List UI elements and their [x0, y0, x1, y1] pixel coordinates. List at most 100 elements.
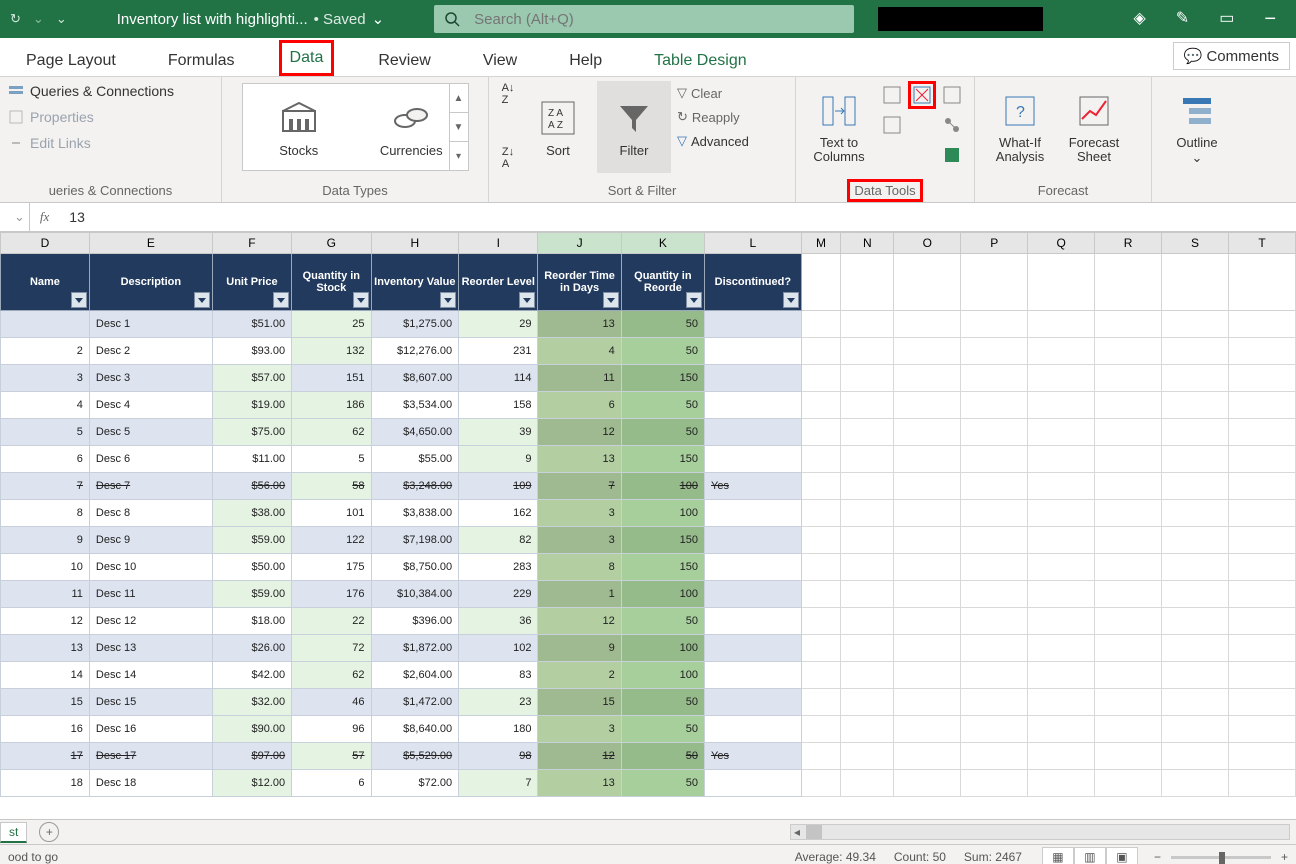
cell[interactable]: 46: [292, 689, 371, 716]
table-row[interactable]: 17Desc 17$97.0057$5,529.00981250Yes: [1, 743, 1296, 770]
search-input[interactable]: [472, 10, 844, 29]
table-row[interactable]: 5Desc 5$75.0062$4,650.00391250: [1, 419, 1296, 446]
cell[interactable]: 11: [538, 365, 621, 392]
cell[interactable]: [1162, 689, 1229, 716]
cell[interactable]: $3,534.00: [371, 392, 459, 419]
cell[interactable]: [894, 743, 961, 770]
cell[interactable]: $7,198.00: [371, 527, 459, 554]
cell[interactable]: 5: [1, 419, 90, 446]
cell[interactable]: 57: [292, 743, 371, 770]
cell[interactable]: 150: [621, 554, 704, 581]
cell[interactable]: [1095, 527, 1162, 554]
cell[interactable]: 96: [292, 716, 371, 743]
table-row[interactable]: 10Desc 10$50.00175$8,750.002838150: [1, 554, 1296, 581]
cell[interactable]: 36: [459, 608, 538, 635]
consolidate-button[interactable]: [878, 111, 906, 139]
cell[interactable]: [841, 743, 894, 770]
filter-dropdown-icon[interactable]: [71, 292, 87, 308]
cell[interactable]: [1162, 554, 1229, 581]
table-row[interactable]: 15Desc 15$32.0046$1,472.00231550: [1, 689, 1296, 716]
cell[interactable]: [801, 446, 840, 473]
cell[interactable]: 186: [292, 392, 371, 419]
cell[interactable]: [1028, 716, 1095, 743]
column-header-F[interactable]: F: [212, 233, 291, 254]
cell[interactable]: [1162, 311, 1229, 338]
cell[interactable]: [1228, 554, 1295, 581]
zoom-out-button[interactable]: −: [1154, 850, 1161, 864]
cell[interactable]: 7: [538, 473, 621, 500]
cell[interactable]: [894, 716, 961, 743]
cell[interactable]: [1162, 338, 1229, 365]
cell[interactable]: 50: [621, 392, 704, 419]
cell[interactable]: [801, 662, 840, 689]
cell[interactable]: [705, 662, 802, 689]
sort-az-button[interactable]: A↓Z: [497, 83, 519, 105]
cell[interactable]: Desc 8: [89, 500, 212, 527]
cell[interactable]: [801, 743, 840, 770]
cell[interactable]: [894, 635, 961, 662]
cell[interactable]: [961, 473, 1028, 500]
column-header-E[interactable]: E: [89, 233, 212, 254]
cell[interactable]: [841, 608, 894, 635]
search-box[interactable]: [434, 5, 854, 33]
cell[interactable]: [841, 365, 894, 392]
cell[interactable]: 12: [1, 608, 90, 635]
cell[interactable]: Desc 12: [89, 608, 212, 635]
name-box-dropdown-icon[interactable]: ⌄: [10, 209, 29, 225]
cell[interactable]: $396.00: [371, 608, 459, 635]
cell[interactable]: [894, 527, 961, 554]
cell[interactable]: [1162, 743, 1229, 770]
cell[interactable]: Desc 17: [89, 743, 212, 770]
queries-connections-button[interactable]: Queries & Connections: [8, 83, 174, 99]
file-name[interactable]: Inventory list with highlighti... • Save…: [117, 10, 384, 28]
cell[interactable]: [961, 608, 1028, 635]
table-row[interactable]: 4Desc 4$19.00186$3,534.00158650: [1, 392, 1296, 419]
cell[interactable]: [801, 500, 840, 527]
column-header-N[interactable]: N: [841, 233, 894, 254]
data-types-gallery[interactable]: Stocks Currencies ▲ ▼ ▾: [242, 83, 469, 171]
cell[interactable]: 100: [621, 500, 704, 527]
cell[interactable]: 150: [621, 446, 704, 473]
cell[interactable]: [1028, 689, 1095, 716]
cell[interactable]: [841, 446, 894, 473]
cell[interactable]: [894, 365, 961, 392]
cell[interactable]: [1095, 635, 1162, 662]
cell[interactable]: [1162, 770, 1229, 797]
cell[interactable]: Yes: [705, 473, 802, 500]
comments-button[interactable]: 💬 Comments: [1173, 42, 1290, 70]
cell[interactable]: [961, 500, 1028, 527]
cell[interactable]: Desc 7: [89, 473, 212, 500]
view-page-break-button[interactable]: ▣: [1106, 847, 1138, 864]
cell[interactable]: Desc 15: [89, 689, 212, 716]
manage-data-model-button[interactable]: [938, 141, 966, 169]
cell[interactable]: [1162, 581, 1229, 608]
cell[interactable]: [1162, 392, 1229, 419]
cell[interactable]: [1095, 473, 1162, 500]
cell[interactable]: $10,384.00: [371, 581, 459, 608]
cell[interactable]: [841, 527, 894, 554]
currencies-button[interactable]: Currencies: [374, 89, 448, 165]
cell[interactable]: [1228, 500, 1295, 527]
gallery-down-icon[interactable]: ▼: [450, 113, 468, 142]
cell[interactable]: [1095, 689, 1162, 716]
filter-dropdown-icon[interactable]: [783, 292, 799, 308]
cell[interactable]: [1028, 446, 1095, 473]
cell[interactable]: [1095, 338, 1162, 365]
cell[interactable]: [801, 311, 840, 338]
cell[interactable]: [1095, 608, 1162, 635]
cell[interactable]: [801, 689, 840, 716]
sort-button[interactable]: Z AA Z Sort: [521, 81, 595, 173]
cell[interactable]: $57.00: [212, 365, 291, 392]
cell[interactable]: 13: [1, 635, 90, 662]
flash-fill-button[interactable]: [878, 81, 906, 109]
cell[interactable]: [841, 473, 894, 500]
cell[interactable]: [894, 338, 961, 365]
filter-dropdown-icon[interactable]: [519, 292, 535, 308]
cell[interactable]: [1, 311, 90, 338]
cell[interactable]: 6: [538, 392, 621, 419]
cell[interactable]: $8,607.00: [371, 365, 459, 392]
cell[interactable]: [1095, 743, 1162, 770]
ribbon-display-icon[interactable]: ▭: [1219, 8, 1234, 31]
cell[interactable]: Desc 9: [89, 527, 212, 554]
cell[interactable]: [961, 554, 1028, 581]
